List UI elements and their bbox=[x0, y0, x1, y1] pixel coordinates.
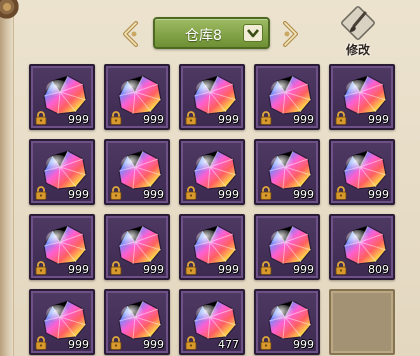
edit-label: 修改 bbox=[345, 43, 370, 57]
lock-icon bbox=[260, 336, 272, 350]
item-quantity: 477 bbox=[218, 338, 239, 351]
lock-icon bbox=[335, 261, 347, 275]
inventory-slot[interactable]: 999 bbox=[329, 139, 395, 205]
item-quantity: 999 bbox=[143, 338, 164, 351]
inventory-slot[interactable]: 477 bbox=[179, 289, 245, 355]
inventory-slot[interactable]: 809 bbox=[329, 214, 395, 280]
lock-icon bbox=[35, 186, 47, 200]
chevron-down-icon bbox=[247, 29, 259, 38]
lock-icon bbox=[35, 111, 47, 125]
inventory-slot[interactable]: 999 bbox=[29, 64, 95, 130]
lock-icon bbox=[110, 261, 122, 275]
inventory-slot[interactable]: 999 bbox=[179, 139, 245, 205]
inventory-slot[interactable]: 999 bbox=[254, 64, 320, 130]
item-quantity: 999 bbox=[368, 188, 389, 201]
inventory-slot[interactable]: 999 bbox=[29, 289, 95, 355]
warehouse-select[interactable]: 仓库8 bbox=[153, 17, 270, 49]
inventory-slot[interactable]: 999 bbox=[254, 214, 320, 280]
corner-ornament bbox=[0, 0, 22, 22]
item-quantity: 809 bbox=[368, 263, 389, 276]
item-quantity: 999 bbox=[293, 263, 314, 276]
lock-icon bbox=[185, 111, 197, 125]
chevron-left-icon bbox=[123, 21, 138, 47]
brush-icon bbox=[341, 6, 375, 40]
item-quantity: 999 bbox=[293, 338, 314, 351]
chevron-right-icon bbox=[283, 21, 298, 47]
lock-icon bbox=[35, 336, 47, 350]
inventory-slot[interactable]: 999 bbox=[329, 64, 395, 130]
inventory-slot[interactable]: 999 bbox=[104, 289, 170, 355]
lock-icon bbox=[260, 186, 272, 200]
lock-icon bbox=[185, 261, 197, 275]
warehouse-label: 仓库8 bbox=[185, 28, 222, 44]
inventory-slot[interactable]: 999 bbox=[254, 139, 320, 205]
lock-icon bbox=[185, 336, 197, 350]
inventory-slot[interactable]: 999 bbox=[29, 214, 95, 280]
panel-left-edge bbox=[0, 0, 14, 356]
item-quantity: 999 bbox=[293, 188, 314, 201]
lock-icon bbox=[110, 186, 122, 200]
inventory-slot[interactable]: 999 bbox=[254, 289, 320, 355]
lock-icon bbox=[335, 186, 347, 200]
item-quantity: 999 bbox=[143, 113, 164, 126]
item-quantity: 999 bbox=[143, 188, 164, 201]
lock-icon bbox=[335, 111, 347, 125]
item-quantity: 999 bbox=[218, 188, 239, 201]
prev-warehouse-button[interactable] bbox=[121, 21, 141, 47]
inventory-slot[interactable]: 999 bbox=[104, 139, 170, 205]
edit-button[interactable]: 修改 bbox=[333, 6, 383, 58]
inventory-slot[interactable]: 999 bbox=[29, 139, 95, 205]
dropdown-button[interactable] bbox=[243, 24, 263, 42]
lock-icon bbox=[185, 186, 197, 200]
inventory-slot[interactable]: 999 bbox=[104, 64, 170, 130]
inventory-slot[interactable]: 999 bbox=[179, 214, 245, 280]
item-quantity: 999 bbox=[68, 263, 89, 276]
next-warehouse-button[interactable] bbox=[280, 21, 300, 47]
lock-icon bbox=[260, 111, 272, 125]
item-quantity: 999 bbox=[143, 263, 164, 276]
lock-icon bbox=[260, 261, 272, 275]
item-quantity: 999 bbox=[68, 188, 89, 201]
item-quantity: 999 bbox=[68, 113, 89, 126]
item-quantity: 999 bbox=[218, 263, 239, 276]
inventory-slot[interactable]: 999 bbox=[104, 214, 170, 280]
inventory-slot[interactable]: 999 bbox=[179, 64, 245, 130]
lock-icon bbox=[110, 111, 122, 125]
item-quantity: 999 bbox=[218, 113, 239, 126]
lock-icon bbox=[110, 336, 122, 350]
lock-icon bbox=[35, 261, 47, 275]
empty-inventory-slot[interactable] bbox=[329, 289, 395, 355]
item-quantity: 999 bbox=[68, 338, 89, 351]
item-quantity: 999 bbox=[293, 113, 314, 126]
item-quantity: 999 bbox=[368, 113, 389, 126]
